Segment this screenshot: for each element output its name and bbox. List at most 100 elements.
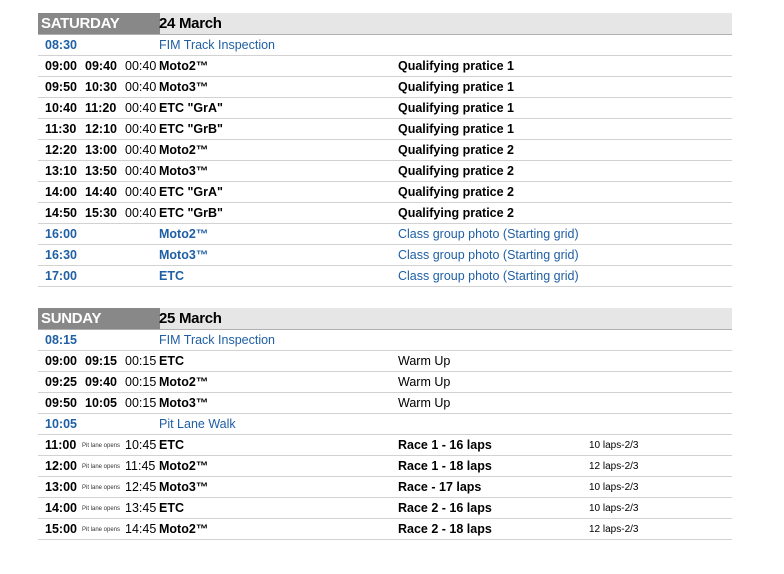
schedule-row: 09:50 10:05 00:15 Moto3™ Warm Up bbox=[38, 393, 732, 414]
event-name: Warm Up bbox=[398, 396, 451, 410]
event-name: Race - 17 laps bbox=[398, 480, 482, 494]
schedule-row: 13:10 13:50 00:40 Moto3™ Qualifying prat… bbox=[38, 161, 732, 182]
pit-open-time: 14:45 bbox=[125, 522, 157, 536]
schedule-row: 13:00 Pit lane opens 12:45 Moto3™ Race -… bbox=[38, 477, 732, 498]
duration: 00:40 bbox=[125, 101, 157, 115]
event-name: Qualifying pratice 2 bbox=[398, 206, 515, 220]
schedule-row: 14:00 14:40 00:40 ETC "GrA" Qualifying p… bbox=[38, 182, 732, 203]
schedule-row: 12:20 13:00 00:40 Moto2™ Qualifying prat… bbox=[38, 140, 732, 161]
event-name: Race 2 - 18 laps bbox=[398, 522, 492, 536]
schedule-row: 09:50 10:30 00:40 Moto3™ Qualifying prat… bbox=[38, 77, 732, 98]
class-name: ETC "GrB" bbox=[159, 122, 223, 136]
start-time: 11:30 bbox=[45, 122, 77, 136]
laps-note: 12 laps-2/3 bbox=[589, 524, 639, 535]
class-name: Moto3™ bbox=[159, 164, 209, 178]
laps-note: 10 laps-2/3 bbox=[589, 503, 639, 514]
duration: 00:40 bbox=[125, 185, 157, 199]
pit-lane-note: Pit lane opens bbox=[82, 443, 121, 449]
schedule-row: 12:00 Pit lane opens 11:45 Moto2™ Race 1… bbox=[38, 456, 732, 477]
event-title: FIM Track Inspection bbox=[159, 333, 276, 347]
duration: 00:40 bbox=[125, 143, 157, 157]
class-name: Moto2™ bbox=[159, 227, 209, 241]
event-name: Class group photo (Starting grid) bbox=[398, 269, 579, 283]
class-name: Moto2™ bbox=[159, 143, 209, 157]
schedule-row: 14:00 Pit lane opens 13:45 ETC Race 2 - … bbox=[38, 498, 732, 519]
schedule-row: 17:00 ETC Class group photo (Starting gr… bbox=[38, 266, 732, 287]
schedule-row: 15:00 Pit lane opens 14:45 Moto2™ Race 2… bbox=[38, 519, 732, 540]
end-time: 15:30 bbox=[85, 206, 117, 220]
laps-note: 12 laps-2/3 bbox=[589, 461, 639, 472]
class-name: ETC bbox=[159, 269, 184, 283]
class-name: Moto2™ bbox=[159, 375, 209, 389]
day-header: SUNDAY 25 March bbox=[38, 308, 732, 330]
schedule-row: 09:25 09:40 00:15 Moto2™ Warm Up bbox=[38, 372, 732, 393]
start-time: 14:00 bbox=[45, 501, 77, 515]
class-name: Moto2™ bbox=[159, 459, 209, 473]
laps-note: 10 laps-2/3 bbox=[589, 440, 639, 451]
start-time: 09:50 bbox=[45, 396, 77, 410]
start-time: 10:05 bbox=[45, 417, 77, 431]
day-header: SATURDAY 24 March bbox=[38, 13, 732, 35]
event-name: Class group photo (Starting grid) bbox=[398, 248, 579, 262]
start-time: 12:00 bbox=[45, 459, 77, 473]
pit-open-time: 10:45 bbox=[125, 438, 157, 452]
schedule-row: 09:00 09:40 00:40 Moto2™ Qualifying prat… bbox=[38, 56, 732, 77]
event-name: Qualifying pratice 1 bbox=[398, 122, 515, 136]
start-time: 16:30 bbox=[45, 248, 77, 262]
start-time: 15:00 bbox=[45, 522, 77, 536]
schedule-row: 10:40 11:20 00:40 ETC "GrA" Qualifying p… bbox=[38, 98, 732, 119]
event-name: Qualifying pratice 1 bbox=[398, 80, 515, 94]
pit-lane-note: Pit lane opens bbox=[82, 506, 121, 512]
class-name: Moto3™ bbox=[159, 80, 209, 94]
pit-open-time: 13:45 bbox=[125, 501, 157, 515]
saturday-schedule: SATURDAY 24 March 08:30 FIM Track Inspec… bbox=[38, 13, 732, 287]
pit-open-time: 11:45 bbox=[125, 459, 156, 473]
laps-note: 10 laps-2/3 bbox=[589, 482, 639, 493]
class-name: ETC "GrB" bbox=[159, 206, 223, 220]
start-time: 10:40 bbox=[45, 101, 77, 115]
duration: 00:40 bbox=[125, 164, 157, 178]
start-time: 09:00 bbox=[45, 59, 77, 73]
event-name: Warm Up bbox=[398, 354, 451, 368]
class-name: Moto3™ bbox=[159, 396, 209, 410]
start-time: 13:00 bbox=[45, 480, 77, 494]
duration: 00:40 bbox=[125, 206, 157, 220]
schedule-row: 16:30 Moto3™ Class group photo (Starting… bbox=[38, 245, 732, 266]
schedule-row: 14:50 15:30 00:40 ETC "GrB" Qualifying p… bbox=[38, 203, 732, 224]
pit-lane-note: Pit lane opens bbox=[82, 527, 121, 533]
schedule-row: 08:15 FIM Track Inspection bbox=[38, 330, 732, 351]
end-time: 11:20 bbox=[85, 101, 117, 115]
class-name: ETC bbox=[159, 438, 184, 452]
start-time: 14:00 bbox=[45, 185, 77, 199]
end-time: 10:05 bbox=[85, 396, 117, 410]
pit-lane-note: Pit lane opens bbox=[82, 485, 121, 491]
start-time: 13:10 bbox=[45, 164, 77, 178]
event-name: Qualifying pratice 2 bbox=[398, 143, 515, 157]
event-name: Qualifying pratice 1 bbox=[398, 59, 515, 73]
duration: 00:40 bbox=[125, 122, 157, 136]
start-time: 12:20 bbox=[45, 143, 77, 157]
event-name: Class group photo (Starting grid) bbox=[398, 227, 579, 241]
class-name: Moto3™ bbox=[159, 480, 209, 494]
start-time: 08:30 bbox=[45, 38, 77, 52]
class-name: ETC "GrA" bbox=[159, 185, 223, 199]
duration: 00:15 bbox=[125, 375, 157, 389]
end-time: 09:40 bbox=[85, 375, 117, 389]
schedule-row: 16:00 Moto2™ Class group photo (Starting… bbox=[38, 224, 732, 245]
event-name: Qualifying pratice 2 bbox=[398, 185, 515, 199]
pit-lane-note: Pit lane opens bbox=[82, 464, 121, 470]
day-date: 24 March bbox=[159, 15, 222, 32]
day-name: SUNDAY bbox=[38, 308, 160, 329]
event-title: FIM Track Inspection bbox=[159, 38, 276, 52]
end-time: 09:40 bbox=[85, 59, 117, 73]
start-time: 08:15 bbox=[45, 333, 77, 347]
duration: 00:15 bbox=[125, 396, 157, 410]
duration: 00:40 bbox=[125, 59, 157, 73]
schedule-row: 09:00 09:15 00:15 ETC Warm Up bbox=[38, 351, 732, 372]
start-time: 09:50 bbox=[45, 80, 77, 94]
day-name: SATURDAY bbox=[38, 13, 160, 34]
start-time: 14:50 bbox=[45, 206, 77, 220]
end-time: 14:40 bbox=[85, 185, 117, 199]
end-time: 09:15 bbox=[85, 354, 117, 368]
start-time: 09:25 bbox=[45, 375, 77, 389]
